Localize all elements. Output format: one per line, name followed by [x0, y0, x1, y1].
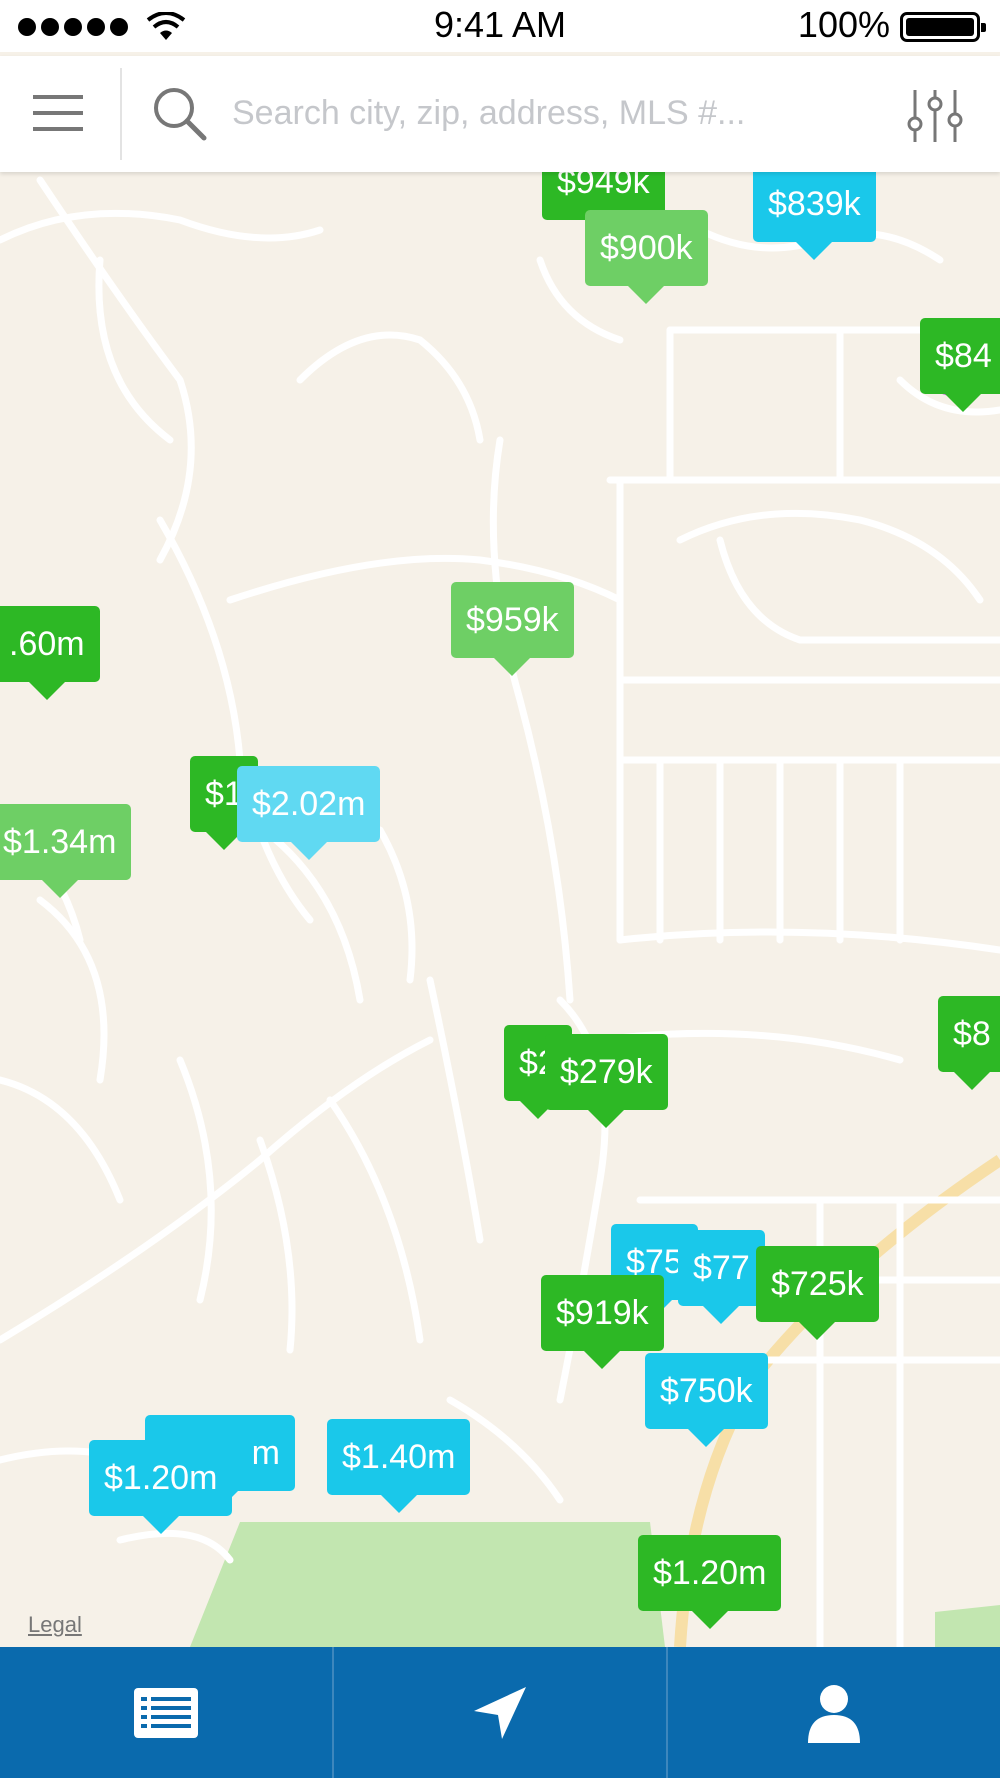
- price-marker[interactable]: $900k: [585, 210, 708, 304]
- battery-percent: 100%: [797, 4, 890, 45]
- list-icon: [134, 1687, 198, 1738]
- price-marker[interactable]: $84: [920, 318, 1000, 412]
- search-icon: [154, 88, 207, 141]
- filter-sliders-icon[interactable]: [905, 86, 965, 146]
- hamburger-menu-icon: [33, 95, 83, 131]
- header-divider: [120, 68, 122, 160]
- bottom-tab-bar: [0, 1647, 1000, 1778]
- price-marker[interactable]: .60m: [0, 606, 100, 700]
- menu-button[interactable]: [20, 78, 96, 148]
- price-marker[interactable]: $77: [678, 1230, 765, 1324]
- price-marker[interactable]: $8: [938, 996, 1000, 1090]
- price-marker[interactable]: $750k: [645, 1353, 768, 1447]
- price-marker[interactable]: $839k: [753, 172, 876, 260]
- price-marker[interactable]: $2.02m: [237, 766, 381, 860]
- status-bar: 9:41 AM 100%: [0, 0, 1000, 52]
- search-header: [0, 56, 1000, 172]
- search-input[interactable]: [232, 88, 832, 138]
- user-icon: [808, 1684, 860, 1743]
- map-view[interactable]: $949k $839k $900k $84 $959k .60m $1 $2.0…: [0, 172, 1000, 1647]
- price-marker[interactable]: $1.40m: [327, 1419, 471, 1513]
- tab-current-location[interactable]: [334, 1647, 668, 1778]
- price-marker[interactable]: $1.20m: [638, 1535, 782, 1629]
- legal-link[interactable]: Legal: [28, 1612, 82, 1638]
- price-marker[interactable]: $279k: [545, 1034, 668, 1128]
- tab-list-view[interactable]: [0, 1647, 334, 1778]
- price-marker[interactable]: $919k: [541, 1275, 664, 1369]
- price-marker[interactable]: $725k: [756, 1246, 879, 1340]
- location-arrow-icon: [474, 1686, 526, 1739]
- price-marker[interactable]: $1.34m: [0, 804, 132, 898]
- app-screen: 9:41 AM 100% Search city, zip, address, …: [0, 0, 1000, 1778]
- battery-icon: [900, 12, 986, 42]
- tab-profile[interactable]: [668, 1647, 1000, 1778]
- price-marker[interactable]: $959k: [451, 582, 574, 676]
- price-marker[interactable]: $1.20m: [89, 1440, 233, 1534]
